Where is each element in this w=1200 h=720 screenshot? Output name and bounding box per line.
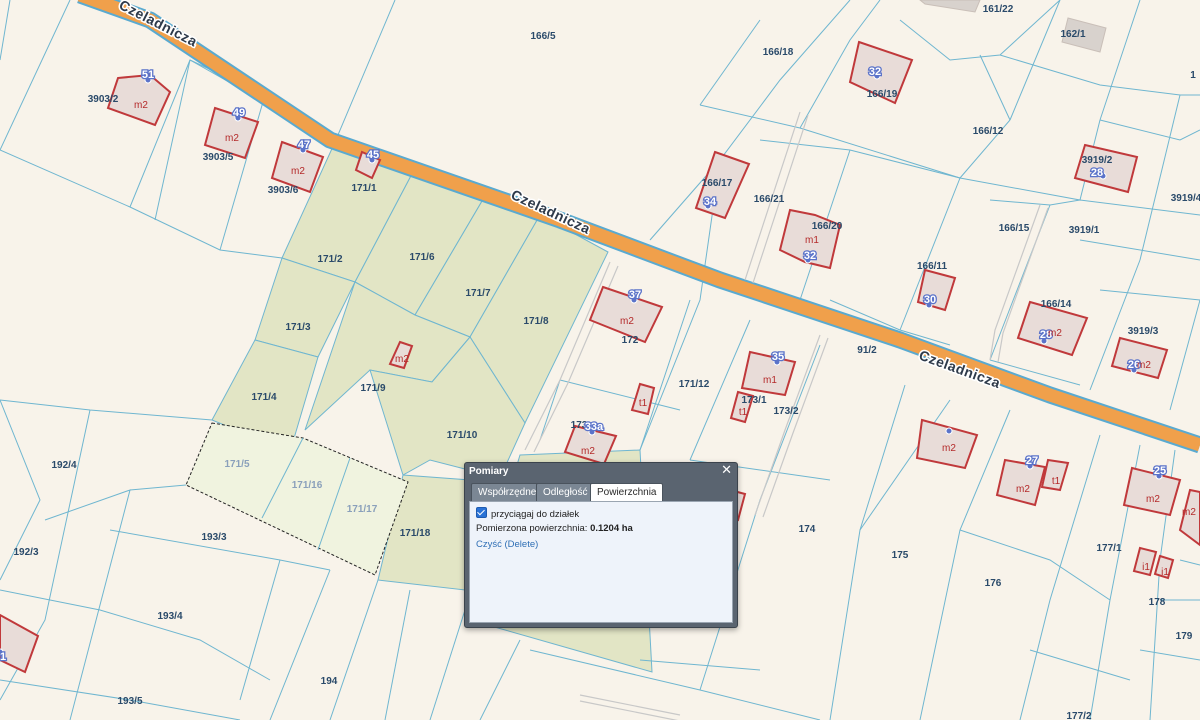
house-number: 33a [585, 421, 604, 433]
area-value: 0.1204 ha [590, 523, 633, 534]
area-result: Pomierzona powierzchnia: 0.1204 ha [476, 523, 633, 534]
house-number: 47 [298, 139, 310, 151]
tab-distance[interactable]: Odległość [536, 483, 595, 501]
parcel-label: 166/17 [702, 178, 733, 189]
parcel-label: 171/9 [360, 383, 385, 394]
parcel-label: 179 [1176, 631, 1193, 642]
parcel-label: 166/15 [999, 223, 1030, 234]
snap-label: przyciągaj do działek [491, 509, 580, 520]
parcel-label: 166/21 [754, 194, 785, 205]
building-label: m2 [620, 316, 634, 327]
parcel-label: 171/1 [351, 183, 376, 194]
house-number: 51 [142, 69, 154, 81]
parcel-label: 166/14 [1041, 299, 1072, 310]
parcel-label: 171/7 [465, 288, 490, 299]
building-label: t1 [739, 407, 748, 418]
house-number: 25 [1154, 465, 1166, 477]
building-label: m2 [134, 100, 148, 111]
parcel-label: 172 [622, 335, 639, 346]
parcel-label: 178 [1149, 597, 1166, 608]
building-label: m2 [1137, 360, 1151, 371]
parcel-label: 171/17 [347, 504, 378, 515]
house-number: 27 [1026, 455, 1038, 467]
building-label: t1 [639, 398, 648, 409]
parcel-label: 174 [799, 524, 816, 535]
parcel-label: 175 [892, 550, 909, 561]
house-number: 49 [233, 107, 245, 119]
area-label: Pomierzona powierzchnia: [476, 523, 588, 534]
parcel-label: 91/2 [857, 345, 877, 356]
house-number: 37 [629, 289, 641, 301]
parcel-label: 171/6 [409, 252, 434, 263]
parcel-label: 171/10 [447, 430, 478, 441]
snap-checkbox[interactable] [476, 507, 487, 518]
parcel-label: 3919/4 [1171, 193, 1200, 204]
parcel-label: 166/12 [973, 126, 1004, 137]
house-number: 32 [804, 250, 816, 262]
parcel-label: 173/1 [741, 395, 766, 406]
parcel-label: 194 [321, 676, 338, 687]
house-number: 35 [772, 351, 784, 363]
parcel-label: 3903/5 [203, 152, 234, 163]
close-icon[interactable]: ✕ [721, 463, 732, 478]
building-label: m2 [225, 133, 239, 144]
measurement-dialog[interactable]: Pomiary ✕ Współrzędne Odległość Powierzc… [464, 462, 738, 628]
snap-option[interactable]: przyciągaj do działek [476, 507, 579, 520]
house-number: 45 [367, 149, 379, 161]
parcel-label: 193/3 [201, 532, 226, 543]
clear-link[interactable]: Czyść (Delete) [476, 539, 538, 550]
parcel-label: 1 [1190, 70, 1196, 81]
dialog-body: przyciągaj do działek Pomierzona powierz… [469, 501, 733, 623]
parcel-label: 171/8 [523, 316, 548, 327]
building-label: i1 [1142, 562, 1150, 573]
building-label: m2 [1146, 494, 1160, 505]
parcel-label: 171/2 [317, 254, 342, 265]
parcel-label: 166/5 [530, 31, 555, 42]
building-label: m2 [581, 446, 595, 457]
house-number: 28 [1091, 167, 1103, 179]
building-label: m1 [763, 375, 777, 386]
parcel-label: 3919/3 [1128, 326, 1159, 337]
building-label: m2 [942, 443, 956, 454]
parcel-label: 166/19 [867, 89, 898, 100]
parcel-label: 177/2 [1066, 711, 1091, 720]
parcel-label: 3919/1 [1069, 225, 1100, 236]
parcel-label: 171/16 [292, 480, 323, 491]
tab-coordinates[interactable]: Współrzędne [471, 483, 544, 501]
building-label: m2 [291, 166, 305, 177]
parcel-label: 161/22 [983, 4, 1014, 15]
house-number: 30 [924, 294, 936, 306]
parcel-label: 166/20 [812, 221, 843, 232]
parcel-label: 166/18 [763, 47, 794, 58]
parcel-label: 173/2 [773, 406, 798, 417]
building-label: m2 [1048, 328, 1062, 339]
parcel-label: 171/3 [285, 322, 310, 333]
dialog-title: Pomiary [469, 466, 509, 477]
building-label: t1 [1052, 476, 1061, 487]
parcel-label: 192/4 [51, 460, 76, 471]
parcel-label: 176 [985, 578, 1002, 589]
building-label: m2 [1016, 484, 1030, 495]
parcel-label: 192/3 [13, 547, 38, 558]
house-number: 34 [704, 196, 717, 208]
house-number: 1 [0, 651, 6, 663]
parcel-label: 162/1 [1060, 29, 1085, 40]
parcel-label: 177/1 [1096, 543, 1121, 554]
parcel-label: 3919/2 [1082, 155, 1113, 166]
parcel-label: 171/5 [224, 459, 249, 470]
house-number: 32 [869, 66, 881, 78]
tab-area[interactable]: Powierzchnia [590, 483, 664, 502]
parcel-label: 171/18 [400, 528, 431, 539]
parcel-label: 171/12 [679, 379, 710, 390]
parcel-label: 166/11 [917, 261, 947, 272]
parcel-label: 171/4 [251, 392, 276, 403]
parcel-label: 193/5 [117, 696, 142, 707]
parcel-label: 3903/2 [88, 94, 119, 105]
parcel-label: 193/4 [157, 611, 182, 622]
building-label: m1 [805, 235, 819, 246]
building-label: i1 [1161, 567, 1169, 578]
building-label: m2 [395, 354, 409, 365]
building-label: m2 [1182, 507, 1196, 518]
parcel-label: 3903/6 [268, 185, 299, 196]
